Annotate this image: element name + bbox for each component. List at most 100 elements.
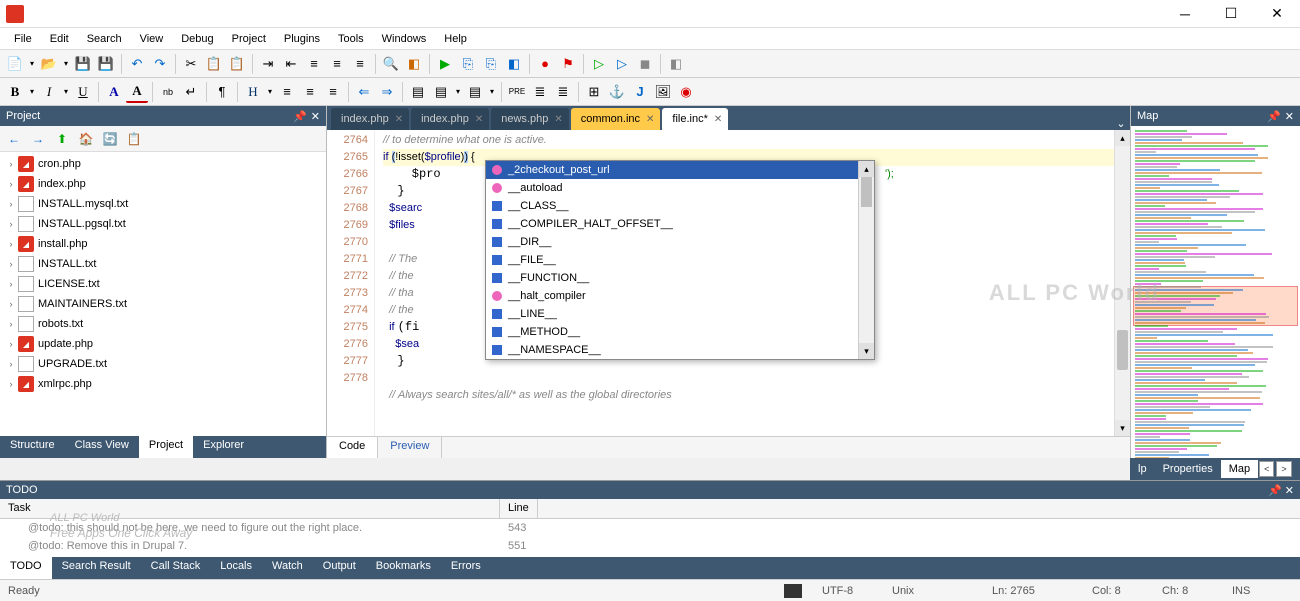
- autocomplete-item[interactable]: __DIR__: [486, 233, 874, 251]
- tree-item[interactable]: ›INSTALL.mysql.txt: [0, 194, 326, 214]
- justify-right-icon[interactable]: ▤: [464, 81, 486, 103]
- dropdown-icon[interactable]: ▾: [27, 53, 37, 75]
- dropdown-icon[interactable]: ▾: [61, 81, 71, 103]
- new-file-icon[interactable]: 📄: [4, 53, 26, 75]
- open-icon[interactable]: 📂: [38, 53, 60, 75]
- menu-tools[interactable]: Tools: [330, 31, 372, 47]
- anchor-icon[interactable]: ⚓: [606, 81, 628, 103]
- list-ul-icon[interactable]: ≣: [529, 81, 551, 103]
- align-left-icon[interactable]: ≡: [276, 81, 298, 103]
- nav-left-icon[interactable]: <: [1259, 461, 1274, 477]
- step-icon[interactable]: ⎘: [457, 53, 479, 75]
- menu-windows[interactable]: Windows: [374, 31, 435, 47]
- link-left-icon[interactable]: ⇐: [353, 81, 375, 103]
- toggle-icon[interactable]: ◧: [665, 53, 687, 75]
- code-editor[interactable]: // to determine what one is active. if (…: [375, 130, 1114, 436]
- close-icon[interactable]: ✕: [1285, 485, 1294, 497]
- expand-icon[interactable]: ›: [4, 279, 18, 289]
- left-tab-project[interactable]: Project: [139, 436, 193, 458]
- expand-icon[interactable]: ›: [4, 319, 18, 329]
- step-out-icon[interactable]: ◧: [503, 53, 525, 75]
- menu-project[interactable]: Project: [224, 31, 274, 47]
- br-button[interactable]: ↵: [180, 81, 202, 103]
- code-tab[interactable]: Code: [327, 437, 378, 458]
- left-tab-explorer[interactable]: Explorer: [193, 436, 254, 458]
- sync-icon[interactable]: 📋: [124, 129, 144, 149]
- justify-left-icon[interactable]: ▤: [407, 81, 429, 103]
- tab-overflow-icon[interactable]: ⌄: [1112, 117, 1130, 130]
- left-tab-class-view[interactable]: Class View: [65, 436, 139, 458]
- menu-file[interactable]: File: [6, 31, 40, 47]
- tree-item[interactable]: ›LICENSE.txt: [0, 274, 326, 294]
- pin-icon[interactable]: 📌: [1268, 485, 1282, 497]
- expand-icon[interactable]: ›: [4, 239, 18, 249]
- outdent-icon[interactable]: ⇤: [280, 53, 302, 75]
- expand-icon[interactable]: ›: [4, 299, 18, 309]
- paragraph-button[interactable]: ¶: [211, 81, 233, 103]
- maximize-button[interactable]: ☐: [1208, 0, 1254, 28]
- autocomplete-popup[interactable]: _2checkout_post_url__autoload__CLASS__ __…: [485, 160, 875, 360]
- autocomplete-item[interactable]: __LINE__: [486, 305, 874, 323]
- scroll-up-icon[interactable]: ▴: [859, 161, 874, 177]
- editor-tab[interactable]: index.php✕: [331, 108, 409, 130]
- editor-tab[interactable]: common.inc✕: [571, 108, 661, 130]
- bottom-tab-call-stack[interactable]: Call Stack: [141, 557, 211, 579]
- menu-search[interactable]: Search: [79, 31, 130, 47]
- expand-icon[interactable]: ›: [4, 219, 18, 229]
- menu-help[interactable]: Help: [436, 31, 475, 47]
- autocomplete-item[interactable]: __autoload: [486, 179, 874, 197]
- task-column[interactable]: Task: [0, 499, 500, 518]
- run-icon[interactable]: ▶: [434, 53, 456, 75]
- preview-tab[interactable]: Preview: [378, 437, 442, 458]
- link-right-icon[interactable]: ⇒: [376, 81, 398, 103]
- close-tab-icon[interactable]: ✕: [714, 114, 722, 125]
- autocomplete-item[interactable]: __FUNCTION__: [486, 269, 874, 287]
- flash-icon[interactable]: ◉: [675, 81, 697, 103]
- nbsp-button[interactable]: nb: [157, 81, 179, 103]
- highlight-button[interactable]: A: [126, 81, 148, 103]
- tree-item[interactable]: ›◢index.php: [0, 174, 326, 194]
- left-tab-structure[interactable]: Structure: [0, 436, 65, 458]
- autocomplete-item[interactable]: __METHOD__: [486, 323, 874, 341]
- bottom-tab-search-result[interactable]: Search Result: [52, 557, 141, 579]
- todo-row[interactable]: @todo: this should not be here. we need …: [0, 519, 1300, 537]
- paste-icon[interactable]: 📋: [226, 53, 248, 75]
- align-center-icon[interactable]: ≡: [299, 81, 321, 103]
- close-tab-icon[interactable]: ✕: [475, 114, 483, 125]
- tree-item[interactable]: ›robots.txt: [0, 314, 326, 334]
- bottom-tab-bookmarks[interactable]: Bookmarks: [366, 557, 441, 579]
- undo-icon[interactable]: ↶: [126, 53, 148, 75]
- dropdown-icon[interactable]: ▾: [487, 81, 497, 103]
- scroll-up-icon[interactable]: ▴: [1115, 130, 1130, 146]
- expand-icon[interactable]: ›: [4, 159, 18, 169]
- scroll-down-icon[interactable]: ▾: [1115, 420, 1130, 436]
- scroll-down-icon[interactable]: ▾: [859, 343, 874, 359]
- close-tab-icon[interactable]: ✕: [646, 114, 654, 125]
- image-icon[interactable]: 🖼: [652, 81, 674, 103]
- autocomplete-item[interactable]: __NAMESPACE__: [486, 341, 874, 359]
- pin-icon[interactable]: 📌: [1267, 110, 1281, 123]
- tree-item[interactable]: ›◢cron.php: [0, 154, 326, 174]
- lp-tab[interactable]: lp: [1130, 460, 1155, 478]
- italic-button[interactable]: I: [38, 81, 60, 103]
- expand-icon[interactable]: ›: [4, 359, 18, 369]
- autocomplete-item[interactable]: _2checkout_post_url: [486, 161, 874, 179]
- editor-tab[interactable]: news.php✕: [491, 108, 568, 130]
- expand-icon[interactable]: ›: [4, 179, 18, 189]
- autocomplete-item[interactable]: __CLASS__: [486, 197, 874, 215]
- breakpoints-icon[interactable]: ⚑: [557, 53, 579, 75]
- editor-tab[interactable]: index.php✕: [411, 108, 489, 130]
- dropdown-icon[interactable]: ▾: [61, 53, 71, 75]
- bottom-tab-todo[interactable]: TODO: [0, 557, 52, 579]
- breakpoint-icon[interactable]: ●: [534, 53, 556, 75]
- expand-icon[interactable]: ›: [4, 199, 18, 209]
- properties-tab[interactable]: Properties: [1155, 460, 1221, 478]
- cut-icon[interactable]: ✂: [180, 53, 202, 75]
- dropdown-icon[interactable]: ▾: [453, 81, 463, 103]
- uncomment-icon[interactable]: ≡: [326, 53, 348, 75]
- tree-item[interactable]: ›INSTALL.txt: [0, 254, 326, 274]
- script-j-button[interactable]: J: [629, 81, 651, 103]
- heading-button[interactable]: H: [242, 81, 264, 103]
- find-icon[interactable]: 🔍: [380, 53, 402, 75]
- scroll-thumb[interactable]: [1117, 330, 1128, 370]
